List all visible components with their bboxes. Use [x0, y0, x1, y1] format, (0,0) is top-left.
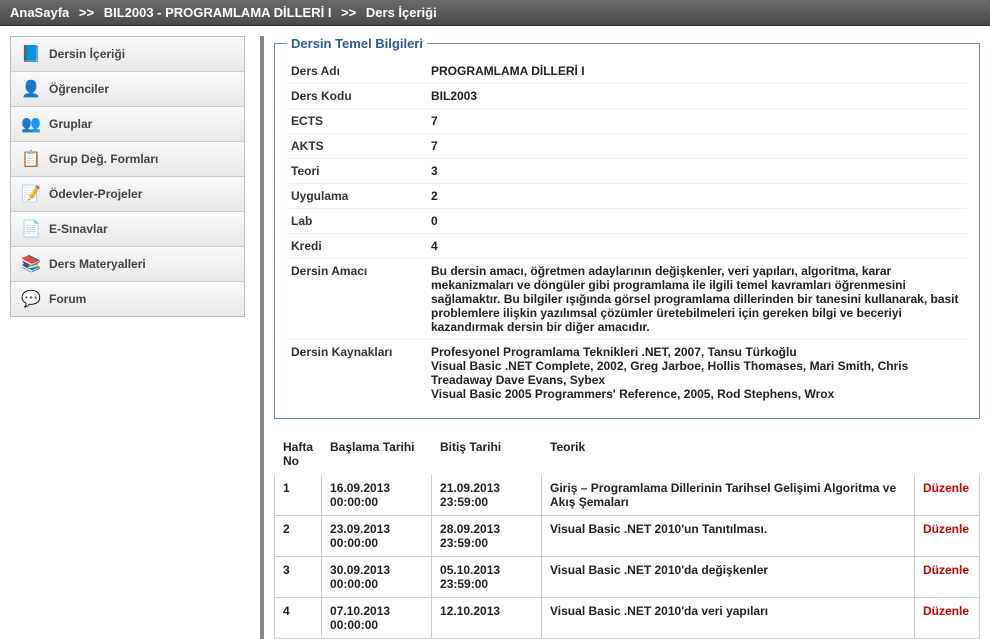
info-row-label: Lab — [287, 209, 427, 234]
info-row: Teori3 — [287, 159, 967, 184]
sidebar-item-label: Öğrenciler — [49, 82, 109, 96]
table-row: 116.09.2013 00:00:0021.09.2013 23:59:00G… — [275, 475, 980, 516]
chat-icon: 💬 — [21, 289, 41, 309]
sidebar-item-assignments[interactable]: 📝 Ödevler-Projeler — [11, 177, 244, 212]
table-row: 223.09.2013 00:00:0028.09.2013 23:59:00V… — [275, 516, 980, 557]
weeks-header-edit — [915, 434, 980, 475]
week-theory-cell: Visual Basic .NET 2010'da değişkenler — [542, 557, 915, 598]
info-row: Uygulama2 — [287, 184, 967, 209]
course-info-legend: Dersin Temel Bilgileri — [287, 36, 427, 51]
sidebar-item-label: E-Sınavlar — [49, 222, 108, 236]
clipboard-icon: 📋 — [21, 149, 41, 169]
sidebar-item-label: Grup Değ. Formları — [49, 152, 158, 166]
sidebar-item-label: Ödevler-Projeler — [49, 187, 142, 201]
info-row-label: Dersin Amacı — [287, 259, 427, 340]
weeks-header-no: Hafta No — [275, 434, 322, 475]
info-row: ECTS7 — [287, 109, 967, 134]
info-row-label: Ders Kodu — [287, 84, 427, 109]
sidebar-item-label: Gruplar — [49, 117, 92, 131]
info-row: Kredi4 — [287, 234, 967, 259]
sidebar-item-group-forms[interactable]: 📋 Grup Değ. Formları — [11, 142, 244, 177]
week-end-cell: 21.09.2013 23:59:00 — [432, 475, 542, 516]
week-start-cell: 30.09.2013 00:00:00 — [322, 557, 432, 598]
week-end-cell: 12.10.2013 — [432, 598, 542, 639]
sidebar: 📘 Dersin İçeriği 👤 Öğrenciler 👥 Gruplar … — [10, 36, 245, 317]
info-row: Dersin KaynaklarıProfesyonel Programlama… — [287, 340, 967, 407]
info-row-label: Kredi — [287, 234, 427, 259]
sidebar-item-label: Forum — [49, 292, 86, 306]
info-row: Dersin AmacıBu dersin amacı, öğretmen ad… — [287, 259, 967, 340]
edit-link[interactable]: Düzenle — [915, 475, 980, 516]
week-no-cell: 2 — [275, 516, 322, 557]
exam-icon: 📄 — [21, 219, 41, 239]
week-end-cell: 28.09.2013 23:59:00 — [432, 516, 542, 557]
edit-link[interactable]: Düzenle — [915, 516, 980, 557]
breadcrumb-item-course[interactable]: BIL2003 - PROGRAMLAMA DİLLERİ I — [104, 5, 332, 20]
sidebar-item-label: Dersin İçeriği — [49, 47, 125, 61]
course-info-table: Ders AdıPROGRAMLAMA DİLLERİ IDers KoduBI… — [287, 59, 967, 406]
sidebar-item-materials[interactable]: 📚 Ders Materyalleri — [11, 247, 244, 282]
weeks-header-start: Başlama Tarihi — [322, 434, 432, 475]
week-theory-cell: Visual Basic .NET 2010'da veri yapıları — [542, 598, 915, 639]
breadcrumb-sep: >> — [341, 5, 356, 20]
course-info-fieldset: Dersin Temel Bilgileri Ders AdıPROGRAMLA… — [274, 36, 980, 419]
sidebar-item-groups[interactable]: 👥 Gruplar — [11, 107, 244, 142]
edit-link[interactable]: Düzenle — [915, 557, 980, 598]
books-icon: 📚 — [21, 254, 41, 274]
info-row-label: Ders Adı — [287, 59, 427, 84]
book-icon: 📘 — [21, 44, 41, 64]
breadcrumb-sep: >> — [79, 5, 94, 20]
info-row-label: ECTS — [287, 109, 427, 134]
info-row: Ders AdıPROGRAMLAMA DİLLERİ I — [287, 59, 967, 84]
weeks-table: Hafta No Başlama Tarihi Bitiş Tarihi Teo… — [274, 433, 980, 639]
week-no-cell: 4 — [275, 598, 322, 639]
edit-link[interactable]: Düzenle — [915, 598, 980, 639]
week-start-cell: 16.09.2013 00:00:00 — [322, 475, 432, 516]
table-row: 330.09.2013 00:00:0005.10.2013 23:59:00V… — [275, 557, 980, 598]
sidebar-item-students[interactable]: 👤 Öğrenciler — [11, 72, 244, 107]
sidebar-item-course-content[interactable]: 📘 Dersin İçeriği — [11, 37, 244, 72]
week-theory-cell: Giriş – Programlama Dillerinin Tarihsel … — [542, 475, 915, 516]
info-row-label: AKTS — [287, 134, 427, 159]
info-row: AKTS7 — [287, 134, 967, 159]
week-no-cell: 3 — [275, 557, 322, 598]
sidebar-item-exams[interactable]: 📄 E-Sınavlar — [11, 212, 244, 247]
info-row: Lab0 — [287, 209, 967, 234]
breadcrumb-item-current: Ders İçeriği — [366, 5, 437, 20]
info-row-value: Profesyonel Programlama Teknikleri .NET,… — [427, 340, 967, 407]
people-icon: 👥 — [21, 114, 41, 134]
info-row-value: 7 — [427, 134, 967, 159]
weeks-header-theory: Teorik — [542, 434, 915, 475]
person-icon: 👤 — [21, 79, 41, 99]
sidebar-item-forum[interactable]: 💬 Forum — [11, 282, 244, 316]
info-row-value: 0 — [427, 209, 967, 234]
info-row-label: Uygulama — [287, 184, 427, 209]
info-row-value: 4 — [427, 234, 967, 259]
week-theory-cell: Visual Basic .NET 2010'un Tanıtılması. — [542, 516, 915, 557]
table-row: 407.10.2013 00:00:0012.10.2013Visual Bas… — [275, 598, 980, 639]
info-row-value: BIL2003 — [427, 84, 967, 109]
week-no-cell: 1 — [275, 475, 322, 516]
breadcrumb: AnaSayfa >> BIL2003 - PROGRAMLAMA DİLLER… — [0, 0, 990, 26]
assignment-icon: 📝 — [21, 184, 41, 204]
main-content: Dersin Temel Bilgileri Ders AdıPROGRAMLA… — [260, 36, 980, 639]
info-row-value: 7 — [427, 109, 967, 134]
sidebar-item-label: Ders Materyalleri — [49, 257, 146, 271]
info-row-value: PROGRAMLAMA DİLLERİ I — [427, 59, 967, 84]
info-row-label: Teori — [287, 159, 427, 184]
info-row-label: Dersin Kaynakları — [287, 340, 427, 407]
info-row-value: Bu dersin amacı, öğretmen adaylarının de… — [427, 259, 967, 340]
info-row-value: 2 — [427, 184, 967, 209]
info-row: Ders KoduBIL2003 — [287, 84, 967, 109]
info-row-value: 3 — [427, 159, 967, 184]
week-end-cell: 05.10.2013 23:59:00 — [432, 557, 542, 598]
weeks-header-end: Bitiş Tarihi — [432, 434, 542, 475]
week-start-cell: 07.10.2013 00:00:00 — [322, 598, 432, 639]
week-start-cell: 23.09.2013 00:00:00 — [322, 516, 432, 557]
breadcrumb-item-home[interactable]: AnaSayfa — [10, 5, 69, 20]
